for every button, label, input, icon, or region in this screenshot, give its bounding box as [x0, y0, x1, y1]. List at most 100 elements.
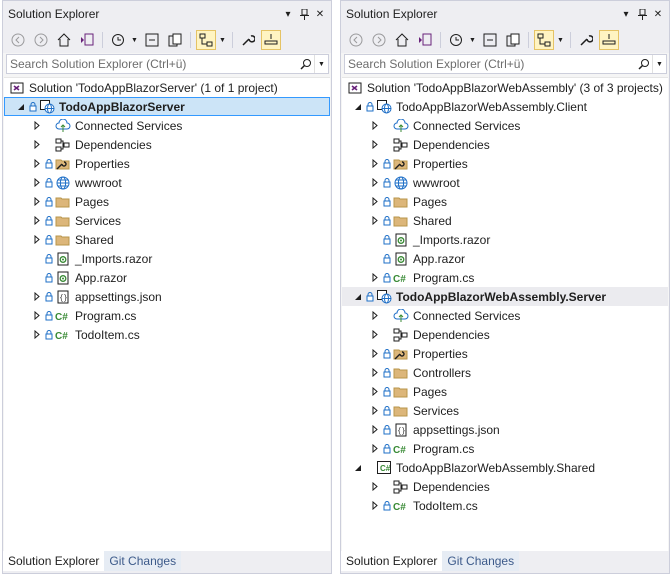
tree-row[interactable]: Properties — [4, 154, 330, 173]
collapsed-chevron-icon[interactable] — [368, 173, 382, 192]
tree-row[interactable]: Services — [4, 211, 330, 230]
collapsed-chevron-icon[interactable] — [30, 306, 44, 325]
show-all-files-icon[interactable] — [503, 30, 523, 50]
expanded-chevron-icon[interactable] — [14, 97, 28, 116]
properties-wrench-icon[interactable] — [238, 30, 258, 50]
tree-row[interactable]: wwwroot — [4, 173, 330, 192]
sync-with-active-document-icon[interactable] — [196, 30, 216, 50]
pending-changes-filter-icon[interactable] — [446, 30, 466, 50]
tree-row[interactable]: wwwroot — [342, 173, 668, 192]
collapsed-chevron-icon[interactable] — [368, 268, 382, 287]
collapsed-chevron-icon[interactable] — [368, 363, 382, 382]
collapsed-chevron-icon[interactable] — [368, 135, 382, 154]
collapsed-chevron-icon[interactable] — [368, 382, 382, 401]
collapsed-chevron-icon[interactable] — [30, 154, 44, 173]
search-options-dropdown[interactable]: ▼ — [314, 55, 328, 73]
chevron-down-icon[interactable]: ▼ — [131, 37, 139, 44]
search-icon[interactable] — [636, 58, 652, 70]
close-icon[interactable]: ✕ — [651, 7, 665, 21]
expanded-chevron-icon[interactable] — [351, 458, 365, 477]
chevron-down-icon[interactable]: ▼ — [219, 37, 227, 44]
collapsed-chevron-icon[interactable] — [30, 116, 44, 135]
tree-row[interactable]: Pages — [342, 192, 668, 211]
tree-row[interactable]: App.razor — [4, 268, 330, 287]
tree-row[interactable]: C# Program.cs — [4, 306, 330, 325]
tree-row[interactable]: TodoAppBlazorWebAssembly.Server — [342, 287, 668, 306]
collapsed-chevron-icon[interactable] — [30, 135, 44, 154]
pending-changes-filter-icon[interactable] — [108, 30, 128, 50]
back-icon[interactable] — [8, 30, 28, 50]
window-position-icon[interactable]: ▾ — [619, 7, 633, 21]
chevron-down-icon[interactable]: ▼ — [469, 37, 477, 44]
tree-row[interactable]: {} appsettings.json — [342, 420, 668, 439]
tree-row[interactable]: Solution 'TodoAppBlazorServer' (1 of 1 p… — [4, 78, 330, 97]
tree-row[interactable]: C# TodoItem.cs — [342, 496, 668, 515]
search-input[interactable] — [345, 57, 636, 71]
collapsed-chevron-icon[interactable] — [368, 401, 382, 420]
tree-row[interactable]: Connected Services — [4, 116, 330, 135]
tab-git-changes[interactable]: Git Changes — [104, 551, 182, 571]
tree-row[interactable]: Pages — [4, 192, 330, 211]
show-all-files-icon[interactable] — [165, 30, 185, 50]
collapsed-chevron-icon[interactable] — [368, 477, 382, 496]
collapsed-chevron-icon[interactable] — [30, 173, 44, 192]
tree-row[interactable]: Connected Services — [342, 306, 668, 325]
tree-row[interactable]: Dependencies — [4, 135, 330, 154]
tree-row[interactable]: C# Program.cs — [342, 439, 668, 458]
tree-row[interactable]: Shared — [4, 230, 330, 249]
collapsed-chevron-icon[interactable] — [368, 154, 382, 173]
collapsed-chevron-icon[interactable] — [368, 116, 382, 135]
tree-row[interactable]: TodoAppBlazorServer — [4, 97, 330, 116]
collapsed-chevron-icon[interactable] — [30, 287, 44, 306]
tab-git-changes[interactable]: Git Changes — [442, 551, 520, 571]
collapsed-chevron-icon[interactable] — [368, 439, 382, 458]
home-icon[interactable] — [54, 30, 74, 50]
tree-row[interactable]: {} appsettings.json — [4, 287, 330, 306]
expanded-chevron-icon[interactable] — [351, 97, 365, 116]
collapsed-chevron-icon[interactable] — [368, 192, 382, 211]
tree-row[interactable]: Connected Services — [342, 116, 668, 135]
tree-row[interactable]: App.razor — [342, 249, 668, 268]
pin-icon[interactable] — [297, 7, 311, 21]
collapse-all-icon[interactable] — [480, 30, 500, 50]
preview-selected-items-icon[interactable] — [261, 30, 281, 50]
forward-icon[interactable] — [369, 30, 389, 50]
chevron-down-icon[interactable]: ▼ — [557, 37, 565, 44]
window-position-icon[interactable]: ▾ — [281, 7, 295, 21]
tree-row[interactable]: Properties — [342, 344, 668, 363]
tree-row[interactable]: _Imports.razor — [342, 230, 668, 249]
tree-row[interactable]: Dependencies — [342, 135, 668, 154]
tree-row[interactable]: C# TodoItem.cs — [4, 325, 330, 344]
forward-icon[interactable] — [31, 30, 51, 50]
tree-row[interactable]: Properties — [342, 154, 668, 173]
tree-row[interactable]: TodoAppBlazorWebAssembly.Client — [342, 97, 668, 116]
tree-row[interactable]: C# TodoAppBlazorWebAssembly.Shared — [342, 458, 668, 477]
tree-row[interactable]: Services — [342, 401, 668, 420]
expanded-chevron-icon[interactable] — [351, 287, 365, 306]
search-options-dropdown[interactable]: ▼ — [652, 55, 666, 73]
tab-solution-explorer[interactable]: Solution Explorer — [3, 551, 105, 571]
home-icon[interactable] — [392, 30, 412, 50]
preview-selected-items-icon[interactable] — [599, 30, 619, 50]
collapsed-chevron-icon[interactable] — [30, 325, 44, 344]
collapsed-chevron-icon[interactable] — [368, 420, 382, 439]
tree-row[interactable]: Dependencies — [342, 325, 668, 344]
collapsed-chevron-icon[interactable] — [30, 211, 44, 230]
pin-icon[interactable] — [635, 7, 649, 21]
collapsed-chevron-icon[interactable] — [368, 344, 382, 363]
properties-wrench-icon[interactable] — [576, 30, 596, 50]
tree-row[interactable]: Pages — [342, 382, 668, 401]
collapsed-chevron-icon[interactable] — [30, 230, 44, 249]
collapsed-chevron-icon[interactable] — [368, 306, 382, 325]
collapse-all-icon[interactable] — [142, 30, 162, 50]
tree-row[interactable]: Controllers — [342, 363, 668, 382]
collapsed-chevron-icon[interactable] — [368, 325, 382, 344]
collapsed-chevron-icon[interactable] — [30, 192, 44, 211]
search-icon[interactable] — [298, 58, 314, 70]
collapsed-chevron-icon[interactable] — [368, 211, 382, 230]
collapsed-chevron-icon[interactable] — [368, 496, 382, 515]
tree-row[interactable]: _Imports.razor — [4, 249, 330, 268]
tree-row[interactable]: Dependencies — [342, 477, 668, 496]
switch-views-icon[interactable] — [415, 30, 435, 50]
tree-row[interactable]: Solution 'TodoAppBlazorWebAssembly' (3 o… — [342, 78, 668, 97]
